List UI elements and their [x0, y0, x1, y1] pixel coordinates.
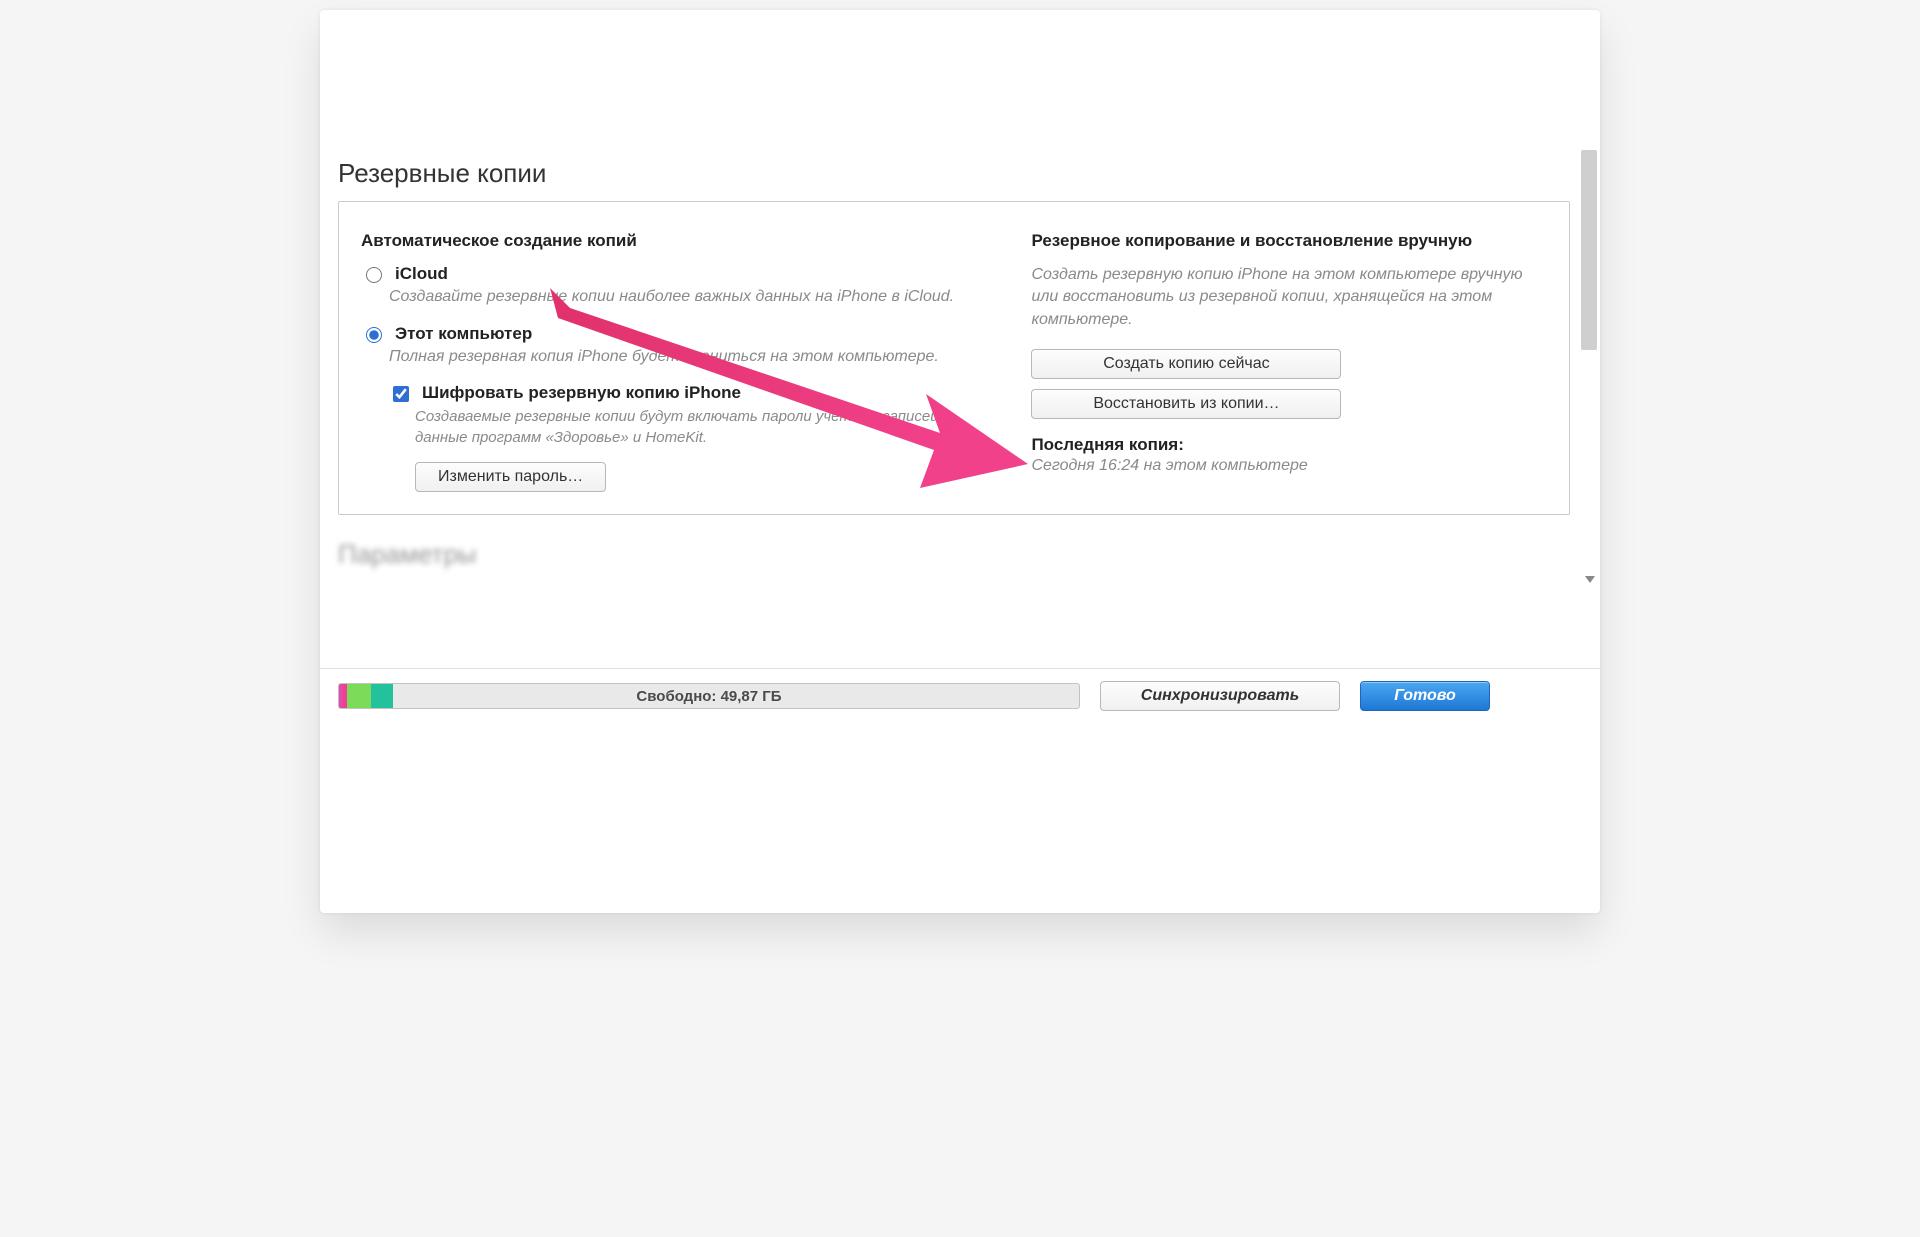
scrollable-settings[interactable]: Резервные копии Автоматическое создание …: [320, 28, 1600, 668]
change-password-button[interactable]: Изменить пароль…: [415, 462, 606, 492]
radio-this-computer[interactable]: [366, 327, 382, 343]
encrypt-block: Шифровать резервную копию iPhone Создава…: [389, 383, 1001, 492]
last-backup-heading: Последняя копия:: [1031, 435, 1547, 455]
last-backup-text: Сегодня 16:24 на этом компьютере: [1031, 457, 1547, 475]
encrypt-checkbox-row[interactable]: Шифровать резервную копию iPhone: [389, 383, 1001, 405]
radio-icloud-row[interactable]: iCloud: [361, 264, 1001, 284]
manual-backup-desc: Создать резервную копию iPhone на этом к…: [1031, 264, 1547, 331]
bottom-toolbar: Свободно: 49,87 ГБ Синхронизировать Гото…: [320, 668, 1600, 723]
storage-bar[interactable]: Свободно: 49,87 ГБ: [338, 683, 1080, 709]
auto-backup-column: Автоматическое создание копий iCloud Соз…: [361, 230, 1001, 492]
section-title-params: Параметры: [338, 539, 1600, 570]
checkbox-encrypt-backup[interactable]: [393, 386, 409, 402]
encrypt-label[interactable]: Шифровать резервную копию iPhone: [422, 383, 741, 403]
radio-computer-label[interactable]: Этот компьютер: [395, 324, 532, 344]
manual-backup-column: Резервное копирование и восстановление в…: [1031, 230, 1547, 492]
window: Резервные копии Автоматическое создание …: [320, 10, 1600, 913]
scrollbar-thumb[interactable]: [1581, 150, 1597, 350]
backups-panel: Автоматическое создание копий iCloud Соз…: [338, 201, 1570, 515]
backup-now-button[interactable]: Создать копию сейчас: [1031, 349, 1341, 379]
content-area: Резервные копии Автоматическое создание …: [320, 10, 1600, 723]
storage-segment: [347, 684, 371, 708]
sync-button[interactable]: Синхронизировать: [1100, 681, 1340, 711]
encrypt-desc: Создаваемые резервные копии будут включа…: [415, 407, 1001, 448]
scroll-down-icon[interactable]: [1585, 576, 1595, 583]
computer-desc: Полная резервная копия iPhone будет хран…: [389, 346, 1001, 368]
auto-backup-heading: Автоматическое создание копий: [361, 230, 1001, 252]
radio-computer-row[interactable]: Этот компьютер: [361, 324, 1001, 344]
storage-segment: [371, 684, 393, 708]
restore-from-backup-button[interactable]: Восстановить из копии…: [1031, 389, 1341, 419]
radio-icloud[interactable]: [366, 267, 382, 283]
radio-icloud-label[interactable]: iCloud: [395, 264, 448, 284]
done-button[interactable]: Готово: [1360, 681, 1490, 711]
section-title-backups: Резервные копии: [338, 158, 1600, 189]
storage-free-label: Свободно: 49,87 ГБ: [339, 684, 1079, 708]
icloud-desc: Создавайте резервные копии наиболее важн…: [389, 286, 1001, 308]
manual-backup-heading: Резервное копирование и восстановление в…: [1031, 230, 1547, 252]
vertical-scrollbar[interactable]: [1578, 140, 1600, 563]
